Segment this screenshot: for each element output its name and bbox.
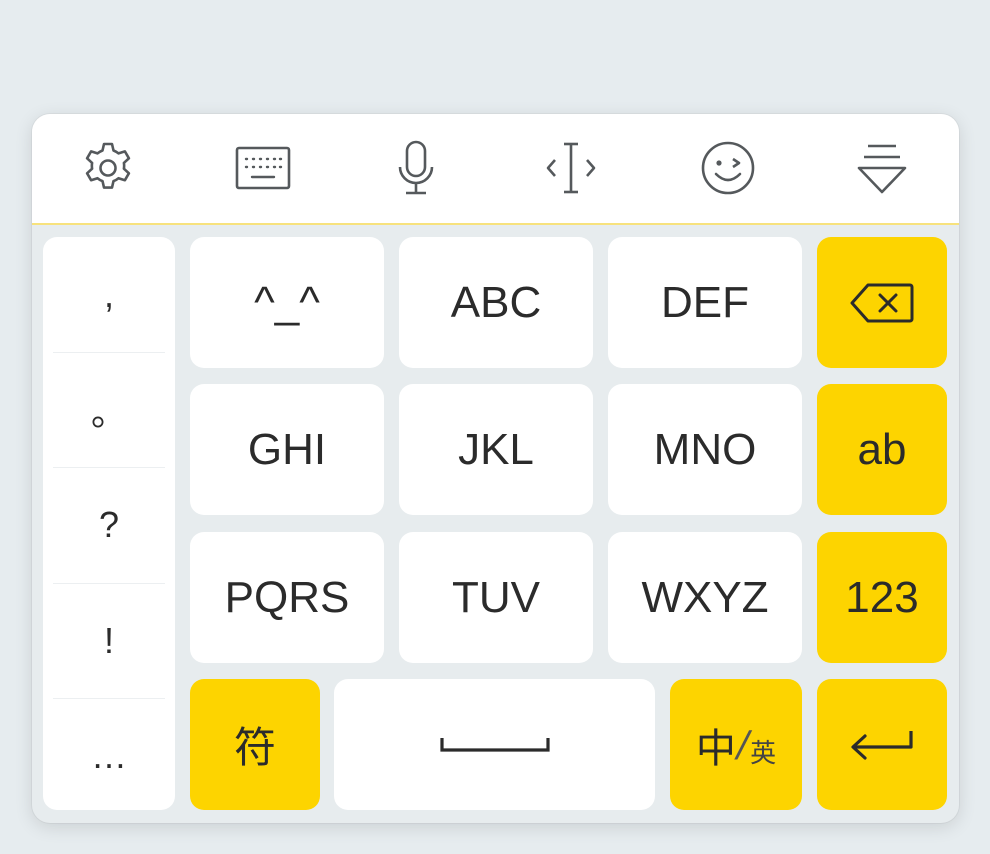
key-jkl[interactable]: JKL <box>399 384 593 515</box>
punctuation-key-question[interactable]: ? <box>53 467 165 582</box>
numbers-mode-button[interactable]: 123 <box>817 532 947 663</box>
voice-input-button[interactable] <box>384 136 448 200</box>
backspace-icon <box>850 283 914 322</box>
letters-mode-button[interactable]: ab <box>817 384 947 515</box>
symbols-button[interactable]: 符 <box>190 679 320 810</box>
language-separator: / <box>736 724 750 765</box>
space-bar[interactable] <box>334 679 655 810</box>
hide-keyboard-icon <box>857 144 907 194</box>
hide-keyboard-button[interactable] <box>850 136 914 200</box>
key-tuv[interactable]: TUV <box>399 532 593 663</box>
backspace-button[interactable] <box>817 237 947 368</box>
keyboard-switch-button[interactable] <box>231 136 295 200</box>
punctuation-column: , 。 ? ! … <box>43 237 175 810</box>
punctuation-key-comma[interactable]: , <box>53 237 165 352</box>
enter-icon <box>851 730 913 760</box>
emoji-button[interactable] <box>696 136 760 200</box>
key-def[interactable]: DEF <box>608 237 802 368</box>
keyboard-toolbar <box>32 114 959 225</box>
key-emoticon[interactable]: ^_^ <box>190 237 384 368</box>
keyboard: , 。 ? ! … ^_^ ABC DEF GHI JKL MNO ab PQR… <box>32 114 959 823</box>
microphone-icon <box>398 140 434 195</box>
cursor-icon <box>546 142 596 194</box>
key-pqrs[interactable]: PQRS <box>190 532 384 663</box>
language-alt-label: 英 <box>750 739 777 769</box>
language-switch-button[interactable]: 中 / 英 <box>670 679 802 810</box>
key-mno[interactable]: MNO <box>608 384 802 515</box>
key-wxyz[interactable]: WXYZ <box>608 532 802 663</box>
settings-button[interactable] <box>76 136 140 200</box>
emoji-icon <box>701 141 755 195</box>
punctuation-key-exclamation[interactable]: ! <box>53 583 165 698</box>
punctuation-key-period[interactable]: 。 <box>53 352 165 467</box>
cursor-move-button[interactable] <box>539 136 603 200</box>
key-abc[interactable]: ABC <box>399 237 593 368</box>
settings-icon <box>85 142 131 189</box>
key-ghi[interactable]: GHI <box>190 384 384 515</box>
language-current-label: 中 <box>695 725 736 772</box>
keyboard-icon <box>235 146 291 190</box>
space-icon <box>439 737 550 752</box>
punctuation-key-ellipsis[interactable]: … <box>53 698 165 813</box>
enter-button[interactable] <box>817 679 947 810</box>
